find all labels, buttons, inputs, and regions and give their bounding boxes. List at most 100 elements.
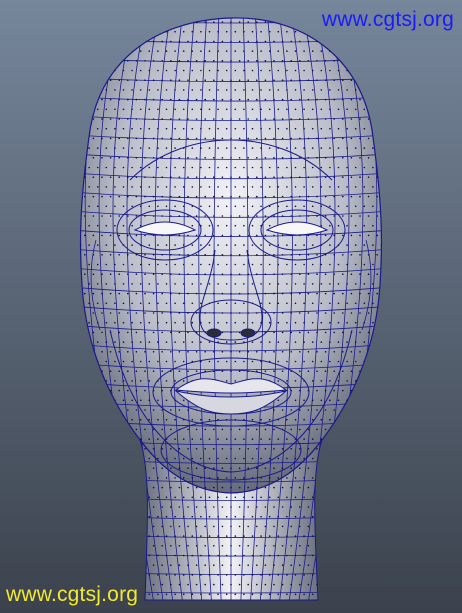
mesh-vertex bbox=[122, 263, 125, 266]
mesh-vertex bbox=[135, 389, 138, 392]
mesh-vertex bbox=[247, 428, 249, 431]
mesh-vertex bbox=[114, 263, 116, 266]
mesh-vertex bbox=[294, 50, 297, 52]
mesh-vertex bbox=[221, 176, 224, 178]
mesh-vertex bbox=[178, 98, 181, 101]
mesh-vertex bbox=[118, 157, 120, 159]
modeling-viewport[interactable] bbox=[0, 0, 462, 613]
mesh-vertex bbox=[311, 380, 314, 382]
mesh-vertex bbox=[139, 166, 142, 169]
mesh-vertex bbox=[290, 40, 293, 43]
mesh-vertex bbox=[148, 535, 151, 537]
mesh-vertex bbox=[208, 574, 211, 576]
mesh-vertex bbox=[221, 525, 224, 528]
mesh-vertex bbox=[286, 380, 288, 382]
mesh-vertex bbox=[311, 89, 314, 91]
mesh-vertex bbox=[273, 525, 275, 528]
mesh-vertex bbox=[217, 263, 219, 266]
mesh-vertex bbox=[161, 564, 163, 566]
mesh-vertex bbox=[333, 79, 336, 81]
viewport-canvas[interactable] bbox=[0, 0, 462, 613]
mesh-vertex bbox=[277, 496, 280, 499]
mesh-vertex bbox=[221, 137, 224, 140]
mesh-vertex bbox=[307, 448, 310, 450]
mesh-vertex bbox=[195, 525, 198, 528]
mesh-vertex bbox=[161, 292, 163, 295]
mesh-vertex bbox=[174, 147, 176, 149]
mesh-vertex bbox=[187, 60, 189, 62]
mesh-vertex bbox=[264, 40, 267, 43]
mesh-vertex bbox=[139, 263, 142, 266]
mesh-vertex bbox=[230, 40, 232, 43]
mesh-vertex bbox=[299, 215, 301, 217]
mesh-vertex bbox=[221, 331, 224, 334]
mesh-vertex bbox=[260, 50, 262, 52]
mesh-vertex bbox=[363, 186, 366, 188]
mesh-vertex bbox=[122, 380, 125, 382]
mesh-vertex bbox=[277, 166, 280, 169]
mesh-vertex bbox=[225, 554, 228, 557]
mesh-vertex bbox=[372, 205, 374, 208]
mesh-vertex bbox=[277, 515, 280, 518]
mesh-vertex bbox=[286, 457, 288, 460]
mesh-vertex bbox=[234, 205, 237, 208]
mesh-vertex bbox=[144, 234, 146, 237]
mesh-vertex bbox=[281, 331, 284, 334]
mesh-vertex bbox=[329, 89, 331, 91]
mesh-vertex bbox=[281, 137, 284, 140]
mesh-vertex bbox=[281, 60, 284, 62]
mesh-vertex bbox=[311, 399, 314, 402]
mesh-vertex bbox=[178, 254, 181, 256]
mesh-vertex bbox=[268, 535, 271, 537]
mesh-vertex bbox=[131, 283, 133, 285]
mesh-vertex bbox=[88, 244, 90, 246]
mesh-vertex bbox=[213, 292, 215, 295]
mesh-vertex bbox=[157, 263, 159, 266]
mesh-vertex bbox=[363, 147, 366, 149]
mesh-vertex bbox=[127, 331, 129, 334]
mesh-vertex bbox=[157, 89, 159, 91]
mesh-vertex bbox=[329, 224, 331, 227]
mesh-vertex bbox=[311, 360, 314, 363]
mesh-vertex bbox=[165, 283, 168, 285]
mesh-vertex bbox=[165, 147, 168, 149]
mesh-vertex bbox=[230, 545, 232, 547]
mesh-vertex bbox=[161, 79, 163, 81]
mesh-vertex bbox=[225, 574, 228, 576]
mesh-vertex bbox=[208, 127, 211, 130]
mesh-vertex bbox=[316, 157, 318, 159]
mesh-vertex bbox=[286, 341, 288, 343]
mesh-vertex bbox=[363, 341, 366, 343]
mesh-vertex bbox=[157, 496, 159, 499]
mesh-vertex bbox=[187, 273, 189, 276]
mesh-vertex bbox=[131, 69, 133, 72]
mesh-vertex bbox=[277, 186, 280, 188]
mesh-vertex bbox=[286, 574, 288, 576]
mesh-vertex bbox=[255, 564, 258, 566]
mesh-vertex bbox=[165, 496, 168, 499]
mesh-vertex bbox=[264, 273, 267, 276]
mesh-vertex bbox=[359, 157, 361, 159]
mesh-vertex bbox=[255, 525, 258, 528]
mesh-vertex bbox=[161, 176, 163, 178]
mesh-vertex bbox=[225, 50, 228, 52]
mesh-vertex bbox=[290, 506, 293, 508]
mesh-vertex bbox=[92, 215, 95, 217]
mesh-vertex bbox=[152, 506, 155, 508]
mesh-vertex bbox=[204, 60, 206, 62]
mesh-vertex bbox=[152, 564, 155, 566]
mesh-vertex bbox=[307, 98, 310, 101]
mesh-vertex bbox=[260, 593, 262, 596]
mesh-vertex bbox=[161, 312, 163, 314]
mesh-vertex bbox=[174, 593, 176, 596]
mesh-vertex bbox=[96, 127, 99, 130]
mesh-vertex bbox=[311, 166, 314, 169]
mesh-vertex bbox=[294, 89, 297, 91]
mesh-vertex bbox=[157, 535, 159, 537]
mesh-vertex bbox=[161, 428, 163, 431]
mesh-vertex bbox=[135, 273, 138, 276]
mesh-vertex bbox=[281, 545, 284, 547]
mesh-vertex bbox=[324, 137, 327, 140]
mesh-vertex bbox=[170, 137, 172, 140]
mesh-vertex bbox=[238, 157, 241, 159]
